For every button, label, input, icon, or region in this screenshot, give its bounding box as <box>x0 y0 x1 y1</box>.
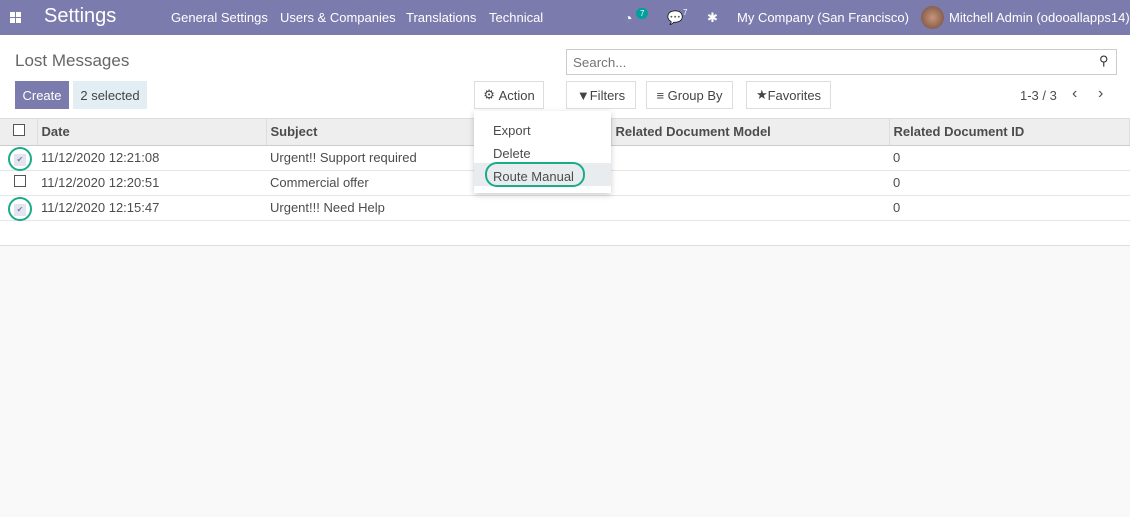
company-switcher[interactable]: My Company (San Francisco) <box>737 10 909 25</box>
list-icon: ≡ <box>656 87 668 103</box>
menu-translations[interactable]: Translations <box>406 10 476 25</box>
search-input[interactable] <box>566 49 1117 75</box>
group-by-button[interactable]: ≡ Group By <box>646 81 733 109</box>
menu-item-export[interactable]: Export <box>474 117 611 140</box>
menu-general-settings[interactable]: General Settings <box>171 10 268 25</box>
pager-value[interactable]: 1-3 / 3 <box>1020 88 1057 103</box>
action-button[interactable]: ⚙ Action <box>474 81 544 109</box>
date-cell: 11/12/2020 12:21:08 <box>37 145 266 171</box>
highlight-ring <box>8 197 32 221</box>
create-button[interactable]: Create <box>15 81 69 109</box>
document-id-cell: 0 <box>889 170 1130 196</box>
header-date[interactable]: Date <box>37 119 267 146</box>
date-cell: 11/12/2020 12:20:51 <box>37 170 266 196</box>
filters-button[interactable]: ▼ Filters <box>566 81 636 109</box>
debug-icon[interactable]: ✱ <box>707 10 718 26</box>
app-title: Settings <box>44 5 117 27</box>
search-icon[interactable]: ⚲ <box>1099 53 1109 69</box>
favorites-label: Favorites <box>767 87 822 103</box>
page-title: Lost Messages <box>15 51 130 70</box>
model-cell <box>611 145 889 171</box>
menu-users-companies[interactable]: Users & Companies <box>280 10 396 25</box>
pager-previous-icon[interactable]: ‹ <box>1072 85 1077 103</box>
favorites-button[interactable]: ★ Favorites <box>746 81 831 109</box>
highlight-ring <box>485 162 585 187</box>
apps-menu-icon[interactable] <box>10 12 21 23</box>
table-row[interactable]: ✔ 11/12/2020 12:15:47 Urgent!!! Need Help 0 <box>0 195 1130 221</box>
star-icon: ★ <box>755 87 768 102</box>
date-cell: 11/12/2020 12:15:47 <box>37 195 266 221</box>
control-panel: Lost Messages ⚲ Create 2 selected ⚙ Acti… <box>0 35 1130 119</box>
row-checkbox[interactable] <box>14 175 26 187</box>
header-model[interactable]: Related Document Model <box>611 119 890 146</box>
action-label: Action <box>498 87 535 103</box>
messages-count: 7 <box>683 8 688 17</box>
messages-icon[interactable]: 💬 <box>667 10 683 26</box>
activity-badge: 7 <box>636 8 649 19</box>
pager-next-icon[interactable]: › <box>1098 85 1103 103</box>
group-by-label: Group By <box>667 87 723 103</box>
navbar: Settings General Settings Users & Compan… <box>0 0 1130 35</box>
user-menu[interactable]: Mitchell Admin (odooallapps14) <box>949 10 1130 25</box>
table-footer <box>0 221 1130 246</box>
activity-icon[interactable]: ◔ <box>624 10 632 26</box>
filter-icon: ▼ <box>576 87 590 103</box>
document-id-cell: 0 <box>889 195 1130 221</box>
model-cell <box>611 170 889 196</box>
header-document-id[interactable]: Related Document ID <box>889 119 1130 146</box>
subject-cell: Urgent!!! Need Help <box>266 195 611 221</box>
select-all-checkbox[interactable] <box>13 124 25 137</box>
highlight-ring <box>8 147 32 171</box>
filters-label: Filters <box>589 87 626 103</box>
menu-technical[interactable]: Technical <box>489 10 543 25</box>
selected-count: 2 selected <box>73 81 147 109</box>
avatar[interactable] <box>921 6 944 29</box>
model-cell <box>611 195 889 221</box>
document-id-cell: 0 <box>889 145 1130 171</box>
menu-item-delete[interactable]: Delete <box>474 140 611 163</box>
